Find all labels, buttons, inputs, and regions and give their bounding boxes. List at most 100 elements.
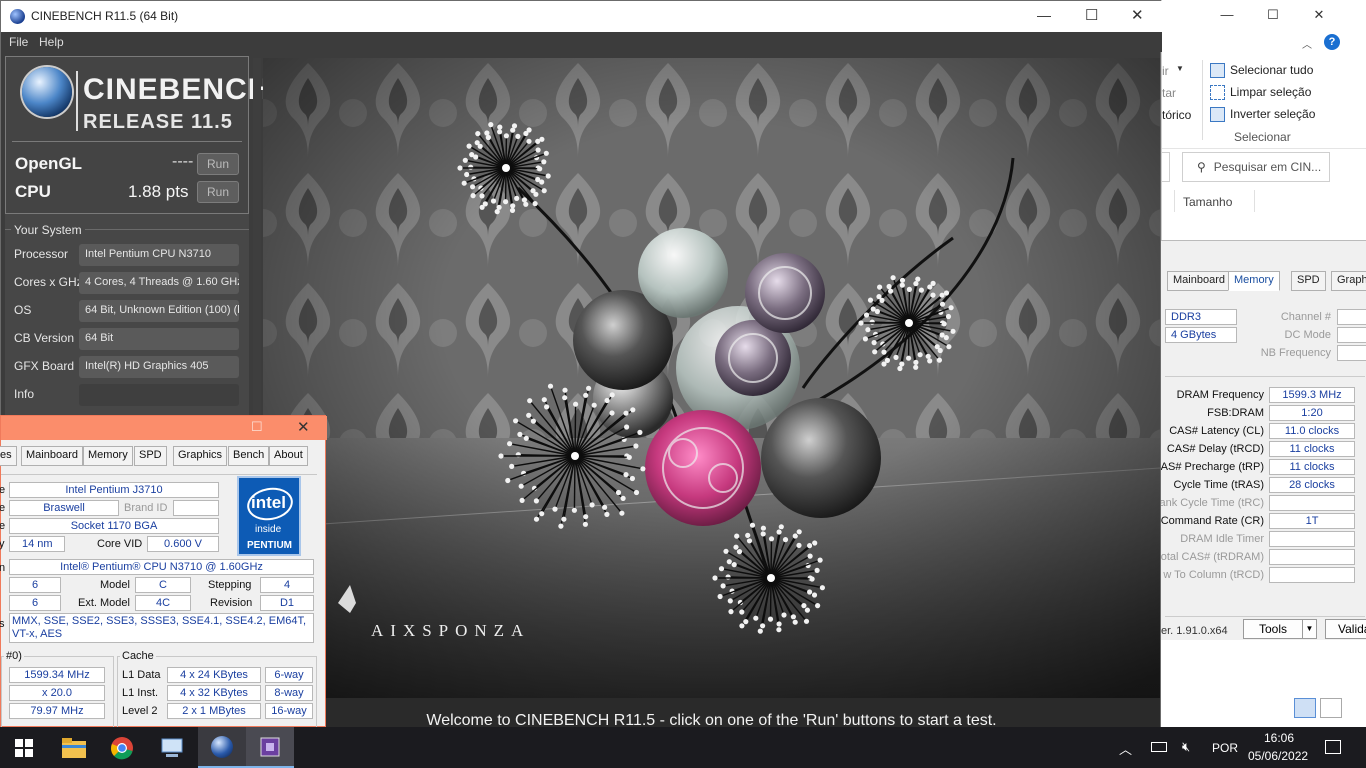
speaker-muted-icon[interactable]: 🔇︎: [1182, 739, 1190, 755]
column-header-size[interactable]: Tamanho: [1183, 195, 1232, 209]
tab-graphics[interactable]: Graphics: [173, 446, 228, 466]
chrome-icon: [111, 736, 133, 759]
details-view-button[interactable]: [1294, 698, 1316, 718]
system-value[interactable]: 4 Cores, 4 Threads @ 1.60 GHz: [79, 272, 239, 294]
invert-selection-button[interactable]: Inverter seleção: [1210, 104, 1315, 124]
brand-id-value: [173, 500, 219, 516]
timing-label: DRAM Frequency: [1176, 389, 1264, 401]
system-value[interactable]: 64 Bit, Unknown Edition (100) (bu: [79, 300, 239, 322]
render-viewport: AIXSPONZA: [263, 58, 1160, 698]
language-indicator[interactable]: POR: [1212, 741, 1238, 755]
tools-dropdown[interactable]: Tools ▼: [1243, 619, 1317, 639]
model-label: Model: [100, 579, 130, 591]
channel-value: [1337, 309, 1366, 325]
timing-label: CAS# Latency (CL): [1169, 425, 1264, 437]
tab-es[interactable]: es: [0, 446, 17, 466]
clock-time[interactable]: 16:06: [1264, 731, 1294, 745]
title-bar[interactable]: ☐ ✕: [1, 416, 327, 440]
taskbar: ︿ 🔇︎ POR 16:06 05/06/2022: [0, 727, 1366, 768]
help-icon[interactable]: ?: [1324, 34, 1340, 50]
system-label: CB Version: [14, 331, 75, 345]
timing-value: 1:20: [1269, 405, 1355, 421]
ribbon-partial-3[interactable]: tórico: [1162, 108, 1191, 122]
cache-label: L1 Inst.: [122, 687, 159, 699]
cache-size: 4 x 24 KBytes: [167, 667, 261, 683]
minimize-icon[interactable]: —: [1037, 7, 1051, 23]
system-value[interactable]: [79, 384, 239, 406]
logo-subtitle: RELEASE 11.5: [83, 111, 233, 133]
search-input[interactable]: Pesquisar em CIN...: [1214, 160, 1321, 174]
group-divider: [1165, 376, 1365, 377]
opengl-label: OpenGL: [15, 154, 83, 173]
stepping-label: Stepping: [208, 579, 252, 591]
start-button[interactable]: [0, 727, 48, 768]
clear-selection-button[interactable]: Limpar seleção: [1210, 82, 1311, 102]
tab-mainboard[interactable]: Mainboard: [21, 446, 83, 466]
system-label: Cores x GHz: [14, 275, 83, 289]
tab-spd[interactable]: SPD: [134, 446, 167, 466]
timing-value: [1269, 531, 1355, 547]
brand-id-label: Brand ID: [124, 502, 168, 514]
core-vid-label: Core VID: [97, 538, 143, 550]
validate-button[interactable]: Valida: [1325, 619, 1366, 639]
chevron-up-icon[interactable]: ︿: [1302, 36, 1312, 51]
tab-graphics[interactable]: Graphics: [1331, 271, 1366, 291]
maximize-icon[interactable]: ☐: [251, 419, 263, 435]
cache-associativity: 6-way: [265, 667, 313, 683]
maximize-icon[interactable]: ☐: [1085, 6, 1098, 24]
clock-date[interactable]: 05/06/2022: [1248, 749, 1308, 763]
notifications-icon[interactable]: [1325, 740, 1341, 754]
taskbar-cpuz[interactable]: [246, 727, 294, 768]
timing-label: FSB:DRAM: [1207, 407, 1264, 419]
tab-about[interactable]: About: [269, 446, 308, 466]
menu-file[interactable]: File: [9, 35, 28, 49]
close-icon[interactable]: ✕: [297, 418, 310, 436]
your-system-title: Your System: [11, 223, 85, 237]
cinebench-logo-icon: [22, 67, 72, 117]
system-label: Info: [14, 387, 35, 401]
score-box: CINEBENCH RELEASE 11.5 OpenGL ---- Run C…: [5, 56, 269, 214]
cache-label: Level 2: [122, 705, 158, 717]
tab-memory[interactable]: Memory: [1228, 271, 1280, 291]
revision-label: Revision: [210, 597, 253, 609]
maximize-icon[interactable]: ☐: [1262, 4, 1284, 26]
ribbon-partial-1[interactable]: ir: [1162, 64, 1169, 78]
minimize-icon[interactable]: —: [1216, 4, 1238, 26]
tiles-view-button[interactable]: [1320, 698, 1342, 718]
cpu-score: 1.88 pts: [128, 182, 189, 201]
system-value[interactable]: 64 Bit: [79, 328, 239, 350]
opengl-run-button[interactable]: Run: [197, 153, 239, 175]
close-icon[interactable]: ✕: [1308, 4, 1330, 26]
taskbar-app-network[interactable]: [148, 727, 196, 768]
windows-icon: [15, 738, 33, 757]
system-value[interactable]: Intel(R) HD Graphics 405: [79, 356, 239, 378]
specification: Intel® Pentium® CPU N3710 @ 1.60GHz: [9, 559, 314, 575]
taskbar-cinebench[interactable]: [198, 727, 246, 768]
cpuz-cpu-window: ☐ ✕ e Intel Pentium J3710 e Braswell Bra…: [0, 415, 327, 728]
tab-mainboard[interactable]: Mainboard: [1167, 271, 1231, 291]
tab-memory[interactable]: Memory: [83, 446, 133, 466]
tab-bench[interactable]: Bench: [228, 446, 270, 466]
status-message: Welcome to CINEBENCH R11.5 - click on on…: [263, 698, 1160, 728]
search-box[interactable]: ⚲ Pesquisar em CIN...: [1182, 152, 1330, 182]
timing-value: 28 clocks: [1269, 477, 1355, 493]
render-image: AIXSPONZA: [263, 58, 1160, 698]
select-all-button[interactable]: Selecionar tudo: [1210, 60, 1313, 80]
chevron-up-icon[interactable]: ︿: [1119, 739, 1132, 758]
battery-icon[interactable]: [1151, 742, 1167, 752]
nb-frequency-value: [1337, 345, 1366, 361]
cinebench-app-icon: [10, 9, 25, 24]
close-icon[interactable]: ✕: [1131, 6, 1144, 24]
ribbon-partial-2[interactable]: tar: [1162, 86, 1176, 100]
tab-spd[interactable]: SPD: [1291, 271, 1326, 291]
cpu-run-button[interactable]: Run: [197, 181, 239, 203]
title-bar[interactable]: CINEBENCH R11.5 (64 Bit) — ☐ ✕: [1, 1, 1162, 32]
taskbar-chrome[interactable]: [98, 727, 146, 768]
address-bar-edge[interactable]: [1162, 152, 1170, 182]
opengl-score: ----: [172, 153, 194, 170]
cache-associativity: 16-way: [265, 703, 313, 719]
system-value[interactable]: Intel Pentium CPU N3710: [79, 244, 239, 266]
taskbar-file-explorer[interactable]: [50, 727, 98, 768]
memory-type: DDR3: [1165, 309, 1237, 325]
menu-help[interactable]: Help: [39, 35, 64, 49]
